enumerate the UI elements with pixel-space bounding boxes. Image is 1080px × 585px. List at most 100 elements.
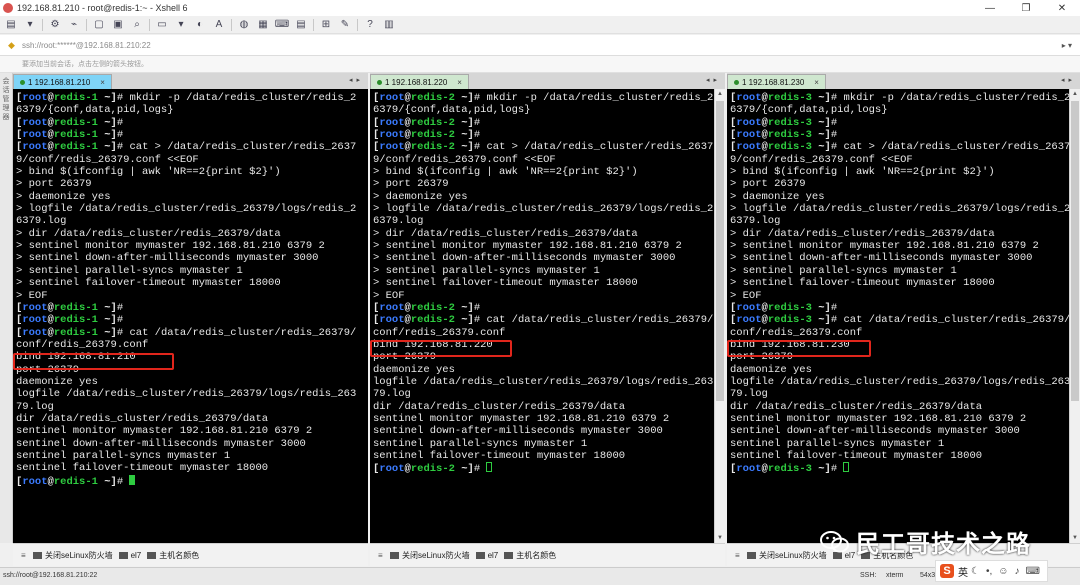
address-bar[interactable]: ◆ ssh://root:******@192.168.81.210:22 ▸ … bbox=[0, 35, 1080, 56]
tab-scroll-icons[interactable]: ◂▸ bbox=[349, 76, 364, 84]
ime-language[interactable]: 英 bbox=[958, 564, 968, 579]
terminal-text-segment: > port 26379 bbox=[16, 178, 92, 191]
terminal-text-segment: sentinel monitor mymaster 192.168.81.210… bbox=[730, 412, 1027, 425]
font-icon[interactable]: A bbox=[212, 19, 226, 31]
scrollbar-thumb[interactable] bbox=[716, 101, 724, 401]
transfer-icon[interactable]: ▭ bbox=[155, 19, 169, 31]
quick-command-selinux[interactable]: 关闭seLinux防火墙 bbox=[390, 550, 470, 561]
open-folder-icon[interactable]: ▾ bbox=[23, 19, 37, 31]
scroll-down-icon[interactable]: ▼ bbox=[715, 533, 725, 543]
terminal-output[interactable]: [root@redis-1 ~]# mkdir -p /data/redis_c… bbox=[13, 89, 368, 543]
toolbar-divider bbox=[86, 18, 87, 31]
vertical-scrollbar[interactable]: ▲ ▼ bbox=[714, 89, 725, 543]
tab-session-1[interactable]: 1 192.168.81.210 × bbox=[13, 74, 112, 89]
terminal-text-segment: # cat /data/redis_cluster/redis_26379/ bbox=[116, 326, 357, 339]
scripts-icon[interactable]: ▤ bbox=[294, 19, 308, 31]
terminal-text[interactable]: [root@redis-3 ~]# mkdir -p /data/redis_c… bbox=[727, 89, 1080, 476]
moon-icon[interactable]: ☾ bbox=[971, 566, 980, 577]
prompt-segment: root bbox=[379, 129, 405, 142]
terminal-output[interactable]: [root@redis-3 ~]# mkdir -p /data/redis_c… bbox=[727, 89, 1080, 543]
terminal-line: sentinel failover-timeout mymaster 18000 bbox=[16, 462, 268, 474]
address-dropdown-icon[interactable]: ▸ ▾ bbox=[1062, 41, 1072, 50]
menu-icon[interactable]: ≡ bbox=[735, 551, 744, 560]
terminal-text-segment: > bind $(ifconfig | awk 'NR==2{print $2}… bbox=[16, 166, 281, 179]
quick-command-selinux[interactable]: 关闭seLinux防火墙 bbox=[747, 550, 827, 561]
terminal-text[interactable]: [root@redis-2 ~]# mkdir -p /data/redis_c… bbox=[370, 89, 725, 476]
tab-scroll-icons[interactable]: ◂▸ bbox=[1061, 76, 1076, 84]
terminal-line: logfile /data/redis_cluster/redis_26379/… bbox=[16, 388, 356, 400]
terminal-line: > bind $(ifconfig | awk 'NR==2{print $2}… bbox=[373, 166, 638, 178]
terminal-text-segment: # bbox=[116, 129, 124, 142]
terminal-text-segment: # cat > /data/redis_cluster/redis_2637 bbox=[830, 141, 1071, 154]
scroll-down-icon[interactable]: ▼ bbox=[1070, 533, 1080, 543]
fullscreen-icon[interactable]: ⊞ bbox=[319, 19, 333, 31]
prompt-segment: root bbox=[379, 301, 405, 314]
compose-icon[interactable]: ✎ bbox=[338, 19, 352, 31]
color-scheme-icon[interactable]: ◐ bbox=[193, 19, 207, 31]
terminal-output[interactable]: [root@redis-2 ~]# mkdir -p /data/redis_c… bbox=[370, 89, 725, 543]
terminal-line: [root@redis-3 ~]# cat /data/redis_cluste… bbox=[730, 314, 1070, 326]
new-session-icon[interactable]: ▤ bbox=[4, 19, 18, 31]
tab-bar: 1 192.168.81.210 × ◂▸ bbox=[13, 73, 368, 89]
terminal-text-segment: > EOF bbox=[730, 289, 762, 302]
ime-toolbar[interactable]: S 英 ☾ •, ☺ ♪ ⌨ bbox=[935, 560, 1048, 582]
scroll-up-icon[interactable]: ▲ bbox=[1070, 89, 1080, 99]
reconnect-icon[interactable]: ⚙ bbox=[48, 19, 62, 31]
quick-command-el7[interactable]: el7 bbox=[475, 551, 498, 560]
terminal-text-segment: 6379.log bbox=[730, 215, 781, 228]
maximize-button[interactable]: ❐ bbox=[1008, 0, 1044, 16]
terminal-line: > sentinel parallel-syncs mymaster 1 bbox=[730, 265, 957, 277]
find-icon[interactable]: ⌕ bbox=[130, 19, 144, 31]
terminal-line: [root@redis-2 ~]# bbox=[373, 129, 480, 141]
globe-icon[interactable]: ◍ bbox=[237, 19, 251, 31]
terminal-line: > bind $(ifconfig | awk 'NR==2{print $2}… bbox=[16, 166, 281, 178]
close-button[interactable]: ✕ bbox=[1044, 0, 1080, 16]
tab-session-2[interactable]: 1 192.168.81.220 × bbox=[370, 74, 469, 89]
terminal-line: sentinel failover-timeout mymaster 18000 bbox=[373, 450, 625, 462]
help-icon[interactable]: ? bbox=[363, 19, 377, 31]
tab-session-3[interactable]: 1 192.168.81.230 × bbox=[727, 74, 826, 89]
scrollbar-thumb[interactable] bbox=[1071, 101, 1079, 401]
quick-command-hostname-color[interactable]: 主机名颜色 bbox=[504, 550, 556, 561]
scroll-up-icon[interactable]: ▲ bbox=[715, 89, 725, 99]
keyboard-icon[interactable]: ⌨ bbox=[1025, 566, 1039, 577]
quick-command-el7[interactable]: el7 bbox=[118, 551, 141, 560]
terminal-text-segment: dir /data/redis_cluster/redis_26379/data bbox=[373, 400, 626, 413]
prompt-segment: ~] bbox=[454, 129, 474, 142]
terminal-line: logfile /data/redis_cluster/redis_26379/… bbox=[730, 376, 1070, 388]
copy-icon[interactable]: ▢ bbox=[92, 19, 106, 31]
microphone-icon[interactable]: ♪ bbox=[1014, 566, 1019, 577]
terminal-text-segment: conf/redis_26379.conf bbox=[373, 326, 506, 339]
tab-close-icon[interactable]: × bbox=[814, 78, 819, 87]
tab-close-icon[interactable]: × bbox=[457, 78, 462, 87]
emoji-icon[interactable]: ☺ bbox=[998, 566, 1008, 577]
terminal-line: > logfile /data/redis_cluster/redis_2637… bbox=[730, 203, 1070, 215]
paste-icon[interactable]: ▣ bbox=[111, 19, 125, 31]
dropdown-icon[interactable]: ▾ bbox=[174, 19, 188, 31]
keyboard-icon[interactable]: ⌨ bbox=[275, 19, 289, 31]
vertical-scrollbar[interactable]: ▲ ▼ bbox=[1069, 89, 1080, 543]
menu-icon[interactable]: ≡ bbox=[378, 551, 387, 560]
punctuation-icon[interactable]: •, bbox=[986, 566, 992, 577]
terminal-text[interactable]: [root@redis-1 ~]# mkdir -p /data/redis_c… bbox=[13, 89, 368, 488]
quick-command-hostname-color[interactable]: 主机名颜色 bbox=[147, 550, 199, 561]
folder-icon bbox=[504, 551, 514, 559]
quick-command-selinux[interactable]: 关闭seLinux防火墙 bbox=[33, 550, 113, 561]
terminal-text-segment: > daemonize yes bbox=[373, 190, 468, 203]
minimize-button[interactable]: — bbox=[972, 0, 1008, 16]
terminal-line: > port 26379 bbox=[373, 178, 449, 190]
terminal-text-segment: # bbox=[473, 301, 481, 314]
tab-close-icon[interactable]: × bbox=[100, 78, 105, 87]
session-manager-strip[interactable]: 会话管理器 bbox=[0, 73, 13, 543]
lock-icon[interactable]: ▦ bbox=[256, 19, 270, 31]
connected-icon bbox=[734, 79, 739, 85]
menu-icon[interactable]: ≡ bbox=[21, 551, 30, 560]
session-address[interactable]: ssh://root:******@192.168.81.210:22 bbox=[22, 41, 151, 50]
disconnect-icon[interactable]: ⌁ bbox=[67, 19, 81, 31]
layout-icon[interactable]: ▥ bbox=[382, 19, 396, 31]
terminal-line: daemonize yes bbox=[16, 376, 98, 388]
tab-scroll-icons[interactable]: ◂▸ bbox=[706, 76, 721, 84]
terminal-text-segment: > logfile /data/redis_cluster/redis_2637… bbox=[373, 203, 714, 216]
tab-bar: 1 192.168.81.220 × ◂▸ bbox=[370, 73, 725, 89]
terminal-text-segment: # cat > /data/redis_cluster/redis_2637 bbox=[473, 141, 714, 154]
